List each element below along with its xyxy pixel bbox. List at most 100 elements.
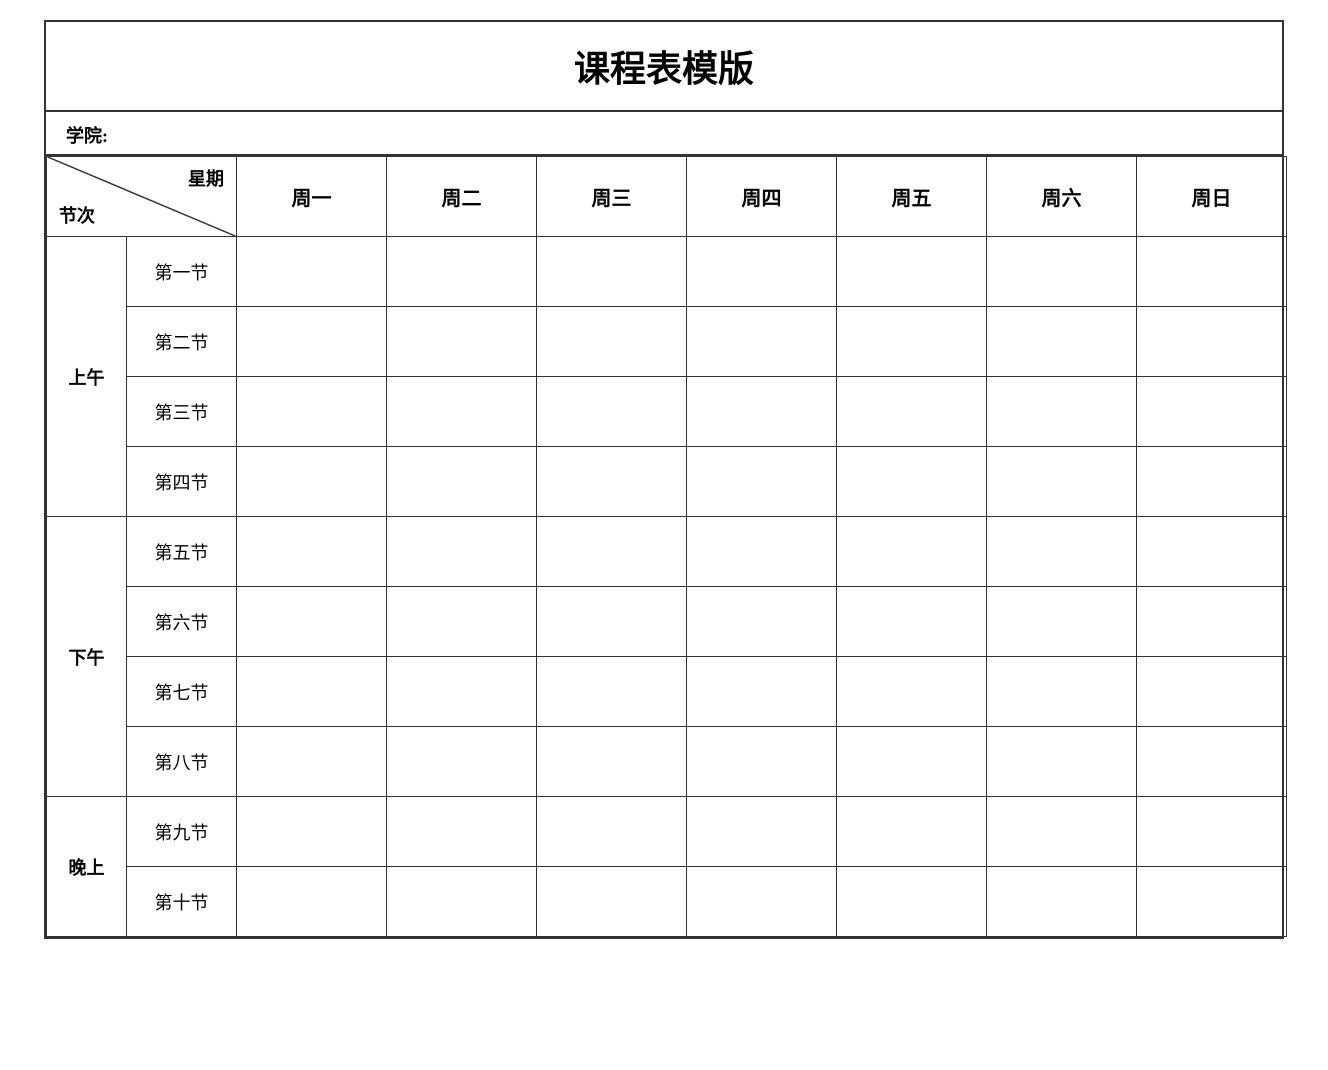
data-cell[interactable] <box>987 867 1137 937</box>
period-2-label: 第二节 <box>127 307 237 377</box>
data-cell[interactable] <box>237 657 387 727</box>
corner-inner: 星期 节次 <box>47 157 236 236</box>
data-cell[interactable] <box>1137 727 1287 797</box>
data-cell[interactable] <box>537 657 687 727</box>
data-cell[interactable] <box>237 377 387 447</box>
data-cell[interactable] <box>387 867 537 937</box>
corner-period-label: 节次 <box>59 202 95 228</box>
table-row: 第三节 <box>47 377 1287 447</box>
data-cell[interactable] <box>1137 587 1287 657</box>
morning-group-label: 上午 <box>47 237 127 517</box>
data-cell[interactable] <box>387 447 537 517</box>
data-cell[interactable] <box>687 237 837 307</box>
period-8-label: 第八节 <box>127 727 237 797</box>
table-row: 第六节 <box>47 587 1287 657</box>
data-cell[interactable] <box>987 447 1137 517</box>
table-row: 第七节 <box>47 657 1287 727</box>
data-cell[interactable] <box>837 447 987 517</box>
data-cell[interactable] <box>237 587 387 657</box>
period-7-label: 第七节 <box>127 657 237 727</box>
corner-cell: 星期 节次 <box>47 157 237 237</box>
data-cell[interactable] <box>987 377 1137 447</box>
data-cell[interactable] <box>987 797 1137 867</box>
data-cell[interactable] <box>1137 377 1287 447</box>
data-cell[interactable] <box>837 657 987 727</box>
data-cell[interactable] <box>537 307 687 377</box>
data-cell[interactable] <box>237 867 387 937</box>
data-cell[interactable] <box>1137 867 1287 937</box>
data-cell[interactable] <box>687 587 837 657</box>
data-cell[interactable] <box>1137 237 1287 307</box>
data-cell[interactable] <box>837 237 987 307</box>
data-cell[interactable] <box>687 307 837 377</box>
data-cell[interactable] <box>837 377 987 447</box>
data-cell[interactable] <box>687 867 837 937</box>
data-cell[interactable] <box>387 517 537 587</box>
data-cell[interactable] <box>237 237 387 307</box>
data-cell[interactable] <box>237 727 387 797</box>
afternoon-group-label: 下午 <box>47 517 127 797</box>
data-cell[interactable] <box>387 657 537 727</box>
data-cell[interactable] <box>537 447 687 517</box>
data-cell[interactable] <box>837 517 987 587</box>
data-cell[interactable] <box>837 797 987 867</box>
table-row: 第二节 <box>47 307 1287 377</box>
data-cell[interactable] <box>687 797 837 867</box>
table-row: 晚上 第九节 <box>47 797 1287 867</box>
data-cell[interactable] <box>687 447 837 517</box>
day-header-thu: 周四 <box>687 157 837 237</box>
data-cell[interactable] <box>837 587 987 657</box>
period-4-label: 第四节 <box>127 447 237 517</box>
data-cell[interactable] <box>237 307 387 377</box>
data-cell[interactable] <box>537 237 687 307</box>
data-cell[interactable] <box>987 727 1137 797</box>
data-cell[interactable] <box>987 657 1137 727</box>
data-cell[interactable] <box>687 727 837 797</box>
academy-row: 学院: <box>46 112 1282 156</box>
data-cell[interactable] <box>537 377 687 447</box>
period-5-label: 第五节 <box>127 517 237 587</box>
data-cell[interactable] <box>387 797 537 867</box>
data-cell[interactable] <box>387 727 537 797</box>
data-cell[interactable] <box>237 797 387 867</box>
data-cell[interactable] <box>987 237 1137 307</box>
period-9-label: 第九节 <box>127 797 237 867</box>
data-cell[interactable] <box>537 517 687 587</box>
data-cell[interactable] <box>687 657 837 727</box>
day-header-mon: 周一 <box>237 157 387 237</box>
data-cell[interactable] <box>387 377 537 447</box>
data-cell[interactable] <box>1137 307 1287 377</box>
data-cell[interactable] <box>237 517 387 587</box>
data-cell[interactable] <box>837 867 987 937</box>
data-cell[interactable] <box>987 307 1137 377</box>
data-cell[interactable] <box>987 517 1137 587</box>
period-10-label: 第十节 <box>127 867 237 937</box>
day-header-sun: 周日 <box>1137 157 1287 237</box>
data-cell[interactable] <box>837 727 987 797</box>
data-cell[interactable] <box>987 587 1137 657</box>
table-row: 下午 第五节 <box>47 517 1287 587</box>
schedule-wrapper: 课程表模版 学院: 星期 节次 <box>44 20 1284 939</box>
table-row: 第四节 <box>47 447 1287 517</box>
data-cell[interactable] <box>1137 447 1287 517</box>
data-cell[interactable] <box>687 377 837 447</box>
data-cell[interactable] <box>537 867 687 937</box>
table-row: 第十节 <box>47 867 1287 937</box>
evening-group-label: 晚上 <box>47 797 127 937</box>
schedule-table: 星期 节次 周一 周二 周三 周四 周五 周六 周日 上午 第一节 <box>46 156 1287 937</box>
table-row: 上午 第一节 <box>47 237 1287 307</box>
day-header-fri: 周五 <box>837 157 987 237</box>
data-cell[interactable] <box>1137 517 1287 587</box>
data-cell[interactable] <box>1137 657 1287 727</box>
data-cell[interactable] <box>537 587 687 657</box>
data-cell[interactable] <box>1137 797 1287 867</box>
data-cell[interactable] <box>537 727 687 797</box>
data-cell[interactable] <box>387 237 537 307</box>
data-cell[interactable] <box>387 307 537 377</box>
data-cell[interactable] <box>537 797 687 867</box>
data-cell[interactable] <box>387 587 537 657</box>
data-cell[interactable] <box>837 307 987 377</box>
data-cell[interactable] <box>237 447 387 517</box>
data-cell[interactable] <box>687 517 837 587</box>
schedule-body: 上午 第一节 第二节 <box>47 237 1287 937</box>
